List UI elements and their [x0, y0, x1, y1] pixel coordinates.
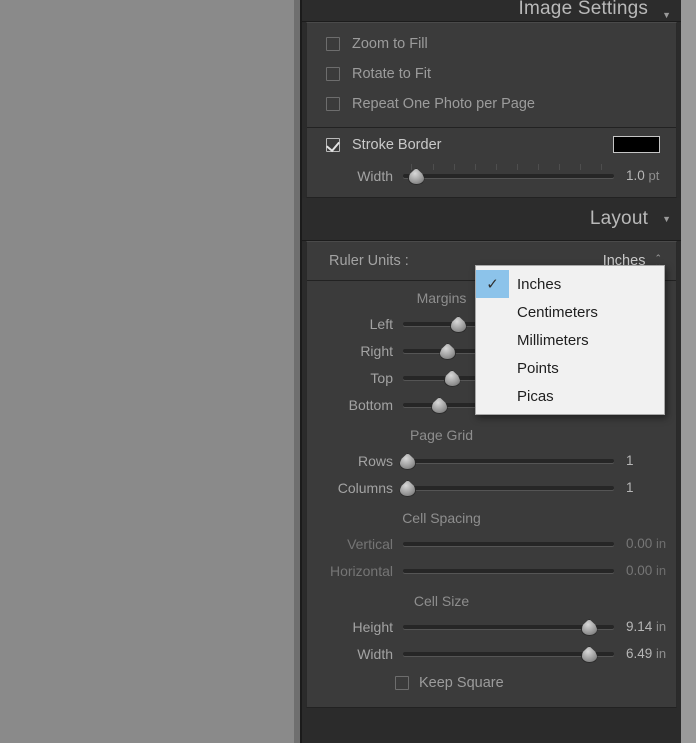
value-rows: 1	[614, 453, 676, 468]
slider-rows[interactable]	[403, 447, 614, 474]
slider-cell-spacing-vertical	[403, 530, 614, 557]
slider-cell-height[interactable]	[403, 613, 614, 640]
panel-title-image-settings: Image Settings	[519, 0, 649, 20]
value-cell-width: 6.49 in	[614, 646, 676, 661]
label-rows: Rows	[317, 453, 403, 469]
image-settings-body: Zoom to Fill Rotate to Fit Repeat One Ph…	[306, 22, 677, 198]
slider-track-cell-spacing-vertical	[403, 542, 614, 546]
label-cell-spacing-vertical: Vertical	[317, 536, 403, 552]
ruler-units-dropdown-menu[interactable]: ✓ Inches Centimeters Millimeters Points …	[475, 265, 665, 415]
caption-cell-spacing: Cell Spacing	[307, 501, 576, 530]
check-cell-millimeters	[476, 326, 509, 354]
checkbox-row-rotate-to-fit[interactable]: Rotate to Fit	[307, 59, 676, 89]
label-margin-right: Right	[317, 343, 403, 359]
slider-row-cell-width[interactable]: Width 6.49 in	[307, 640, 676, 667]
slider-knob-margin-bottom[interactable]	[431, 397, 448, 414]
value-columns: 1	[614, 480, 676, 495]
menu-item-label-millimeters: Millimeters	[509, 332, 589, 349]
slider-columns[interactable]	[403, 474, 614, 501]
slider-ticks-stroke-width	[403, 164, 614, 172]
checkbox-row-keep-square[interactable]: Keep Square	[307, 667, 676, 699]
chevron-down-icon-layout[interactable]: ▼	[662, 215, 671, 224]
label-stroke-border: Stroke Border	[352, 137, 441, 153]
menu-item-label-points: Points	[509, 360, 559, 377]
panel-header-image-settings[interactable]: Image Settings ▼	[302, 0, 681, 22]
slider-track-rows[interactable]	[403, 459, 614, 463]
slider-cell-spacing-horizontal	[403, 557, 614, 584]
slider-row-cell-height[interactable]: Height 9.14 in	[307, 613, 676, 640]
slider-track-columns[interactable]	[403, 486, 614, 490]
check-cell-picas	[476, 382, 509, 410]
menu-item-millimeters[interactable]: Millimeters	[476, 326, 664, 354]
menu-item-label-inches: Inches	[509, 276, 561, 293]
label-margin-top: Top	[317, 370, 403, 386]
label-repeat-one-photo: Repeat One Photo per Page	[352, 96, 535, 112]
stroke-border-color-swatch[interactable]	[613, 136, 660, 153]
slider-row-columns[interactable]: Columns 1	[307, 474, 676, 501]
menu-item-inches[interactable]: ✓ Inches	[476, 270, 664, 298]
value-cell-spacing-horizontal: 0.00 in	[614, 563, 676, 578]
menu-item-label-centimeters: Centimeters	[509, 304, 598, 321]
checkbox-rotate-to-fit[interactable]	[326, 67, 340, 81]
label-margin-left: Left	[317, 316, 403, 332]
checkbox-zoom-to-fill[interactable]	[326, 37, 340, 51]
checkbox-row-repeat-one-photo[interactable]: Repeat One Photo per Page	[307, 89, 676, 119]
check-cell-centimeters	[476, 298, 509, 326]
slider-stroke-width[interactable]	[403, 162, 614, 189]
checkbox-row-stroke-border[interactable]: Stroke Border	[307, 128, 676, 162]
slider-track-cell-spacing-horizontal	[403, 569, 614, 573]
label-keep-square: Keep Square	[419, 675, 504, 691]
label-cell-spacing-horizontal: Horizontal	[317, 563, 403, 579]
checkbox-keep-square[interactable]	[395, 676, 409, 690]
chevron-down-icon-image-settings[interactable]: ▼	[662, 11, 671, 20]
checkbox-repeat-one-photo[interactable]	[326, 97, 340, 111]
panel-title-layout: Layout	[590, 208, 648, 230]
checkbox-row-zoom-to-fill[interactable]: Zoom to Fill	[307, 29, 676, 59]
menu-item-picas[interactable]: Picas	[476, 382, 664, 410]
slider-row-cell-spacing-vertical: Vertical 0.00 in	[307, 530, 676, 557]
label-zoom-to-fill: Zoom to Fill	[352, 36, 428, 52]
slider-row-stroke-width[interactable]: Width 1.0 pt	[307, 162, 676, 189]
slider-knob-margin-left[interactable]	[450, 316, 467, 333]
slider-knob-margin-top[interactable]	[444, 370, 461, 387]
slider-row-cell-spacing-horizontal: Horizontal 0.00 in	[307, 557, 676, 584]
check-icon-inches: ✓	[476, 270, 509, 298]
value-stroke-width: 1.0 pt	[614, 168, 676, 183]
value-cell-spacing-vertical: 0.00 in	[614, 536, 676, 551]
slider-row-rows[interactable]: Rows 1	[307, 447, 676, 474]
slider-knob-cell-height[interactable]	[581, 619, 598, 636]
checkbox-stroke-border[interactable]	[326, 138, 340, 152]
label-cell-height: Height	[317, 619, 403, 635]
label-ruler-units: Ruler Units :	[329, 253, 409, 269]
label-stroke-width: Width	[317, 168, 403, 184]
check-cell-points	[476, 354, 509, 382]
label-columns: Columns	[317, 480, 403, 496]
slider-cell-width[interactable]	[403, 640, 614, 667]
caption-page-grid: Page Grid	[307, 418, 576, 447]
right-edge-gutter	[681, 0, 696, 743]
label-cell-width: Width	[317, 646, 403, 662]
menu-item-points[interactable]: Points	[476, 354, 664, 382]
slider-track-stroke-width[interactable]	[403, 174, 614, 178]
app-root: Image Settings ▼ Zoom to Fill Rotate to …	[0, 0, 696, 743]
label-margin-bottom: Bottom	[317, 397, 403, 413]
value-cell-height: 9.14 in	[614, 619, 676, 634]
menu-item-centimeters[interactable]: Centimeters	[476, 298, 664, 326]
slider-knob-cell-width[interactable]	[581, 646, 598, 663]
panel-header-layout[interactable]: Layout ▼	[302, 198, 681, 241]
slider-knob-margin-right[interactable]	[439, 343, 456, 360]
print-preview-area[interactable]	[0, 0, 294, 743]
label-rotate-to-fit: Rotate to Fit	[352, 66, 431, 82]
menu-item-label-picas: Picas	[509, 388, 554, 405]
caption-cell-size: Cell Size	[307, 584, 576, 613]
